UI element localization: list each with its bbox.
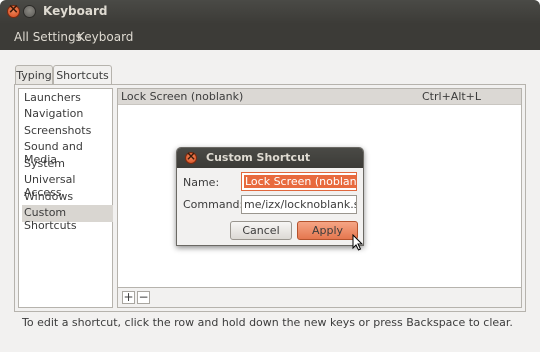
custom-shortcut-dialog: Custom Shortcut Name: Lock Screen (nobla… [176,147,364,246]
mouse-pointer-icon [352,234,364,251]
sidebar-item-screenshots[interactable]: Screenshots [22,123,113,140]
command-label: Command: [183,198,244,211]
shortcut-name: Lock Screen (noblank) [121,90,244,103]
sidebar-item-custom-shortcuts[interactable]: Custom Shortcuts [22,205,113,232]
apply-button[interactable]: Apply [297,221,358,240]
shortcut-accelerator[interactable]: Ctrl+Alt+L [422,90,481,103]
dialog-close-icon[interactable] [185,149,197,164]
window-title: Keyboard [43,4,108,18]
sidebar-item-sound-and-media[interactable]: Sound and Media [22,139,113,166]
close-window-icon[interactable] [7,2,20,18]
dialog-title-bar: Custom Shortcut [177,148,363,168]
add-shortcut-button[interactable]: + [122,291,135,304]
name-field-value: Lock Screen (noblank) [244,175,356,188]
remove-shortcut-button[interactable]: − [137,291,150,304]
table-row[interactable]: Lock Screen (noblank) Ctrl+Alt+L [118,89,521,105]
breadcrumb-keyboard[interactable]: Keyboard [77,30,133,44]
cancel-button[interactable]: Cancel [230,221,292,240]
sidebar-item-universal-access[interactable]: Universal Access [22,172,113,199]
minimize-window-icon[interactable] [23,5,36,18]
all-settings-button[interactable]: All Settings [14,30,82,44]
name-field[interactable]: Lock Screen (noblank) [241,172,357,191]
tab-typing[interactable]: Typing [15,65,53,84]
sidebar-item-launchers[interactable]: Launchers [22,90,113,107]
sidebar-item-windows[interactable]: Windows [22,189,113,206]
sidebar-item-system[interactable]: System [22,156,113,173]
title-bar: Keyboard [0,0,540,24]
help-text: To edit a shortcut, click the row and ho… [22,316,513,329]
keyboard-window: Keyboard All Settings Keyboard Typing Sh… [0,0,540,352]
breadcrumb: All Settings Keyboard [0,24,540,50]
tab-shortcuts[interactable]: Shortcuts [53,65,112,85]
dialog-title: Custom Shortcut [206,151,311,164]
name-label: Name: [183,176,220,189]
list-toolbar: + − [117,288,522,308]
command-field[interactable]: me/izx/locknoblank.sh [241,195,357,214]
sidebar-item-navigation[interactable]: Navigation [22,106,113,123]
shortcut-category-list: Launchers Navigation Screenshots Sound a… [18,88,113,308]
